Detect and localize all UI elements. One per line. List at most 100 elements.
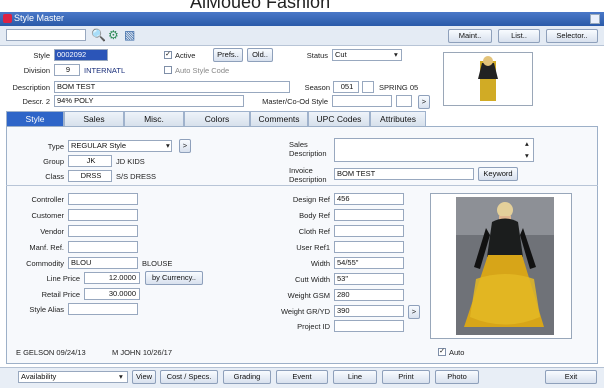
active-checkbox[interactable]: ✓ xyxy=(164,51,172,59)
chart-icon[interactable]: ▧ xyxy=(124,28,135,42)
group-code[interactable]: JK xyxy=(68,155,112,167)
vendor-input[interactable] xyxy=(68,225,138,237)
user-ref1-label: User Ref1 xyxy=(296,243,330,252)
tab-upc-codes[interactable]: UPC Codes xyxy=(308,111,370,127)
season-name: SPRING 05 xyxy=(379,83,419,92)
created-by: E GELSON 09/24/13 xyxy=(16,348,86,357)
season-check[interactable] xyxy=(362,81,374,93)
commodity-input[interactable]: BLOU xyxy=(68,257,138,269)
weight-arrow-button[interactable]: > xyxy=(408,305,420,319)
footer-toolbar: Availability ▾ View Cost / Specs. Gradin… xyxy=(0,367,604,388)
controller-label: Controller xyxy=(31,195,64,204)
season-code[interactable]: 051 xyxy=(333,81,359,93)
tab-comments[interactable]: Comments xyxy=(250,111,308,127)
division-code[interactable]: 9 xyxy=(54,64,80,76)
sales-description-input[interactable] xyxy=(334,138,534,162)
tab-colors[interactable]: Colors xyxy=(184,111,250,127)
group-name: JD KIDS xyxy=(116,157,145,166)
tab-misc[interactable]: Misc. xyxy=(124,111,184,127)
banner: AlMoueo Fashion xyxy=(0,0,604,12)
style-label: Style xyxy=(33,51,50,60)
active-label: Active xyxy=(175,51,196,60)
descr2-label: Descr. 2 xyxy=(22,97,50,106)
invoice-description-label: Invoice Description xyxy=(289,166,327,184)
width-label: Width xyxy=(310,259,330,268)
binoculars-icon[interactable]: 🔍 xyxy=(91,28,106,42)
user-ref1-input[interactable] xyxy=(334,241,404,253)
class-label: Class xyxy=(45,172,64,181)
photo-button[interactable]: Photo xyxy=(435,370,479,384)
old-button[interactable]: Old.. xyxy=(247,48,273,62)
width-input[interactable]: 54/55" xyxy=(334,257,404,269)
body-ref-input[interactable] xyxy=(334,209,404,221)
app-icon xyxy=(3,14,12,23)
invoice-description-input[interactable]: BOM TEST xyxy=(334,168,474,180)
style-master-window: AlMoueo Fashion Style Master 🔍 ⚙ ▧ Maint… xyxy=(0,0,604,388)
keyword-button[interactable]: Keyword xyxy=(478,167,518,181)
exit-button[interactable]: Exit xyxy=(545,370,597,384)
weight-gsm-input[interactable]: 280 xyxy=(334,289,404,301)
status-dropdown-icon[interactable]: ▾ xyxy=(394,50,398,59)
modified-by: M JOHN 10/26/17 xyxy=(112,348,173,357)
class-code[interactable]: DRSS xyxy=(68,170,112,182)
list-button[interactable]: List.. xyxy=(498,29,540,43)
description-input[interactable]: BOM TEST xyxy=(54,81,290,93)
cutt-width-input[interactable]: 53" xyxy=(334,273,404,285)
line-button[interactable]: Line xyxy=(333,370,377,384)
maint-button[interactable]: Maint.. xyxy=(448,29,492,43)
design-ref-label: Design Ref xyxy=(292,195,330,204)
cost-specs-button[interactable]: Cost / Specs. xyxy=(160,370,218,384)
selector-button[interactable]: Selector.. xyxy=(546,29,598,43)
quick-search-input[interactable] xyxy=(6,29,86,41)
auto-checkbox[interactable]: ✓ xyxy=(438,348,446,356)
tab-attributes[interactable]: Attributes xyxy=(370,111,426,127)
window-control-icon[interactable] xyxy=(590,14,600,24)
master-style-code[interactable] xyxy=(396,95,412,107)
availability-dropdown-icon[interactable]: ▾ xyxy=(119,372,123,381)
availability-select[interactable]: Availability xyxy=(18,371,128,383)
type-select[interactable]: REGULAR Style xyxy=(68,140,172,152)
view-button[interactable]: View xyxy=(132,370,156,384)
style-input[interactable]: 0002092 xyxy=(54,49,108,61)
descr2-input[interactable]: 94% POLY xyxy=(54,95,244,107)
auto-style-checkbox[interactable] xyxy=(164,66,172,74)
type-arrow-button[interactable]: > xyxy=(179,139,191,153)
line-price-label: Line Price xyxy=(46,274,80,283)
by-currency-button[interactable]: by Currency.. xyxy=(145,271,203,285)
design-ref-input[interactable]: 456 xyxy=(334,193,404,205)
weight-gryd-input[interactable]: 390 xyxy=(334,305,404,317)
status-select[interactable]: Cut xyxy=(332,49,402,61)
tab-style[interactable]: Style xyxy=(6,111,64,127)
manf-ref-input[interactable] xyxy=(68,241,138,253)
vendor-label: Vendor xyxy=(40,227,64,236)
style-alias-input[interactable] xyxy=(68,303,138,315)
event-button[interactable]: Event xyxy=(276,370,328,384)
green-tool-icon[interactable]: ⚙ xyxy=(108,28,119,42)
line-price-input[interactable]: 12.0000 xyxy=(84,272,140,284)
grading-button[interactable]: Grading xyxy=(223,370,271,384)
commodity-label: Commodity xyxy=(26,259,64,268)
season-label: Season xyxy=(304,83,330,92)
retail-price-label: Retail Price xyxy=(41,290,80,299)
dress-thumbnail-icon xyxy=(444,53,532,105)
master-style-arrow-button[interactable]: > xyxy=(418,95,430,109)
scroll-down-icon[interactable]: ▾ xyxy=(525,151,529,160)
tab-sales[interactable]: Sales xyxy=(64,111,124,127)
commodity-description: BLOUSE xyxy=(142,259,173,268)
project-id-input[interactable] xyxy=(334,320,404,332)
scroll-up-icon[interactable]: ▴ xyxy=(525,139,529,148)
type-dropdown-icon[interactable]: ▾ xyxy=(166,141,170,150)
print-button[interactable]: Print xyxy=(382,370,430,384)
controller-input[interactable] xyxy=(68,193,138,205)
window-title: Style Master xyxy=(14,13,65,23)
cloth-ref-input[interactable] xyxy=(334,225,404,237)
description-label: Description xyxy=(12,83,50,92)
weight-gryd-label: Weight GR/YD xyxy=(280,307,330,316)
retail-price-input[interactable]: 30.0000 xyxy=(84,288,140,300)
prefs-button[interactable]: Prefs.. xyxy=(213,48,243,62)
master-style-label: Master/Co-Od Style xyxy=(262,97,328,106)
weight-gsm-label: Weight GSM xyxy=(287,291,330,300)
customer-input[interactable] xyxy=(68,209,138,221)
customer-label: Customer xyxy=(31,211,64,220)
master-style-input[interactable] xyxy=(332,95,392,107)
